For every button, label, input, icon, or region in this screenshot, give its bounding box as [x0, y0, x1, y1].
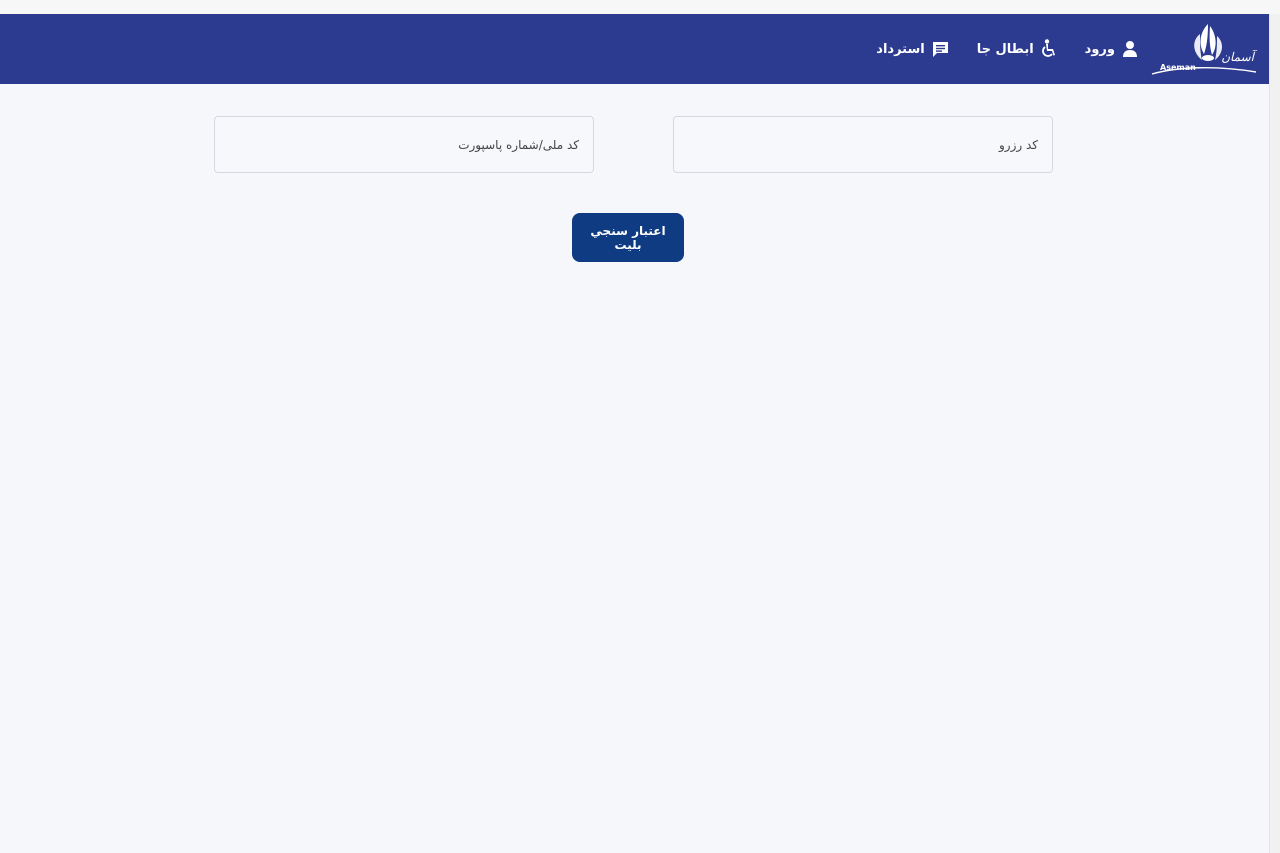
nav-cancel-seat-label: ابطال جا	[976, 41, 1034, 57]
validate-ticket-button[interactable]: اعتبار سنجي بليت	[572, 213, 684, 262]
page-scrollbar[interactable]	[1269, 14, 1280, 853]
message-icon	[932, 41, 948, 57]
main-nav: ورود ابطال جا استرداد	[876, 14, 1138, 84]
user-icon	[1123, 41, 1137, 57]
top-navbar: آسمان Aseman ورود ابطال جا استرداد	[0, 14, 1270, 84]
reserve-code-input[interactable]	[674, 117, 1052, 172]
nav-refund-label: استرداد	[876, 41, 925, 57]
nav-login[interactable]: ورود	[1085, 40, 1138, 58]
browser-top-strip	[0, 0, 1280, 14]
nav-refund[interactable]: استرداد	[876, 41, 948, 58]
reserve-code-field	[673, 116, 1053, 173]
nav-login-label: ورود	[1084, 41, 1115, 57]
logo-text-fa: آسمان	[1221, 50, 1254, 64]
national-code-input[interactable]	[215, 117, 593, 172]
aseman-logo[interactable]: آسمان Aseman	[1150, 20, 1258, 80]
logo-text-en: Aseman	[1160, 63, 1196, 72]
nav-cancel-seat[interactable]: ابطال جا	[977, 39, 1057, 59]
wheelchair-icon	[1041, 39, 1055, 57]
national-code-field	[214, 116, 594, 173]
